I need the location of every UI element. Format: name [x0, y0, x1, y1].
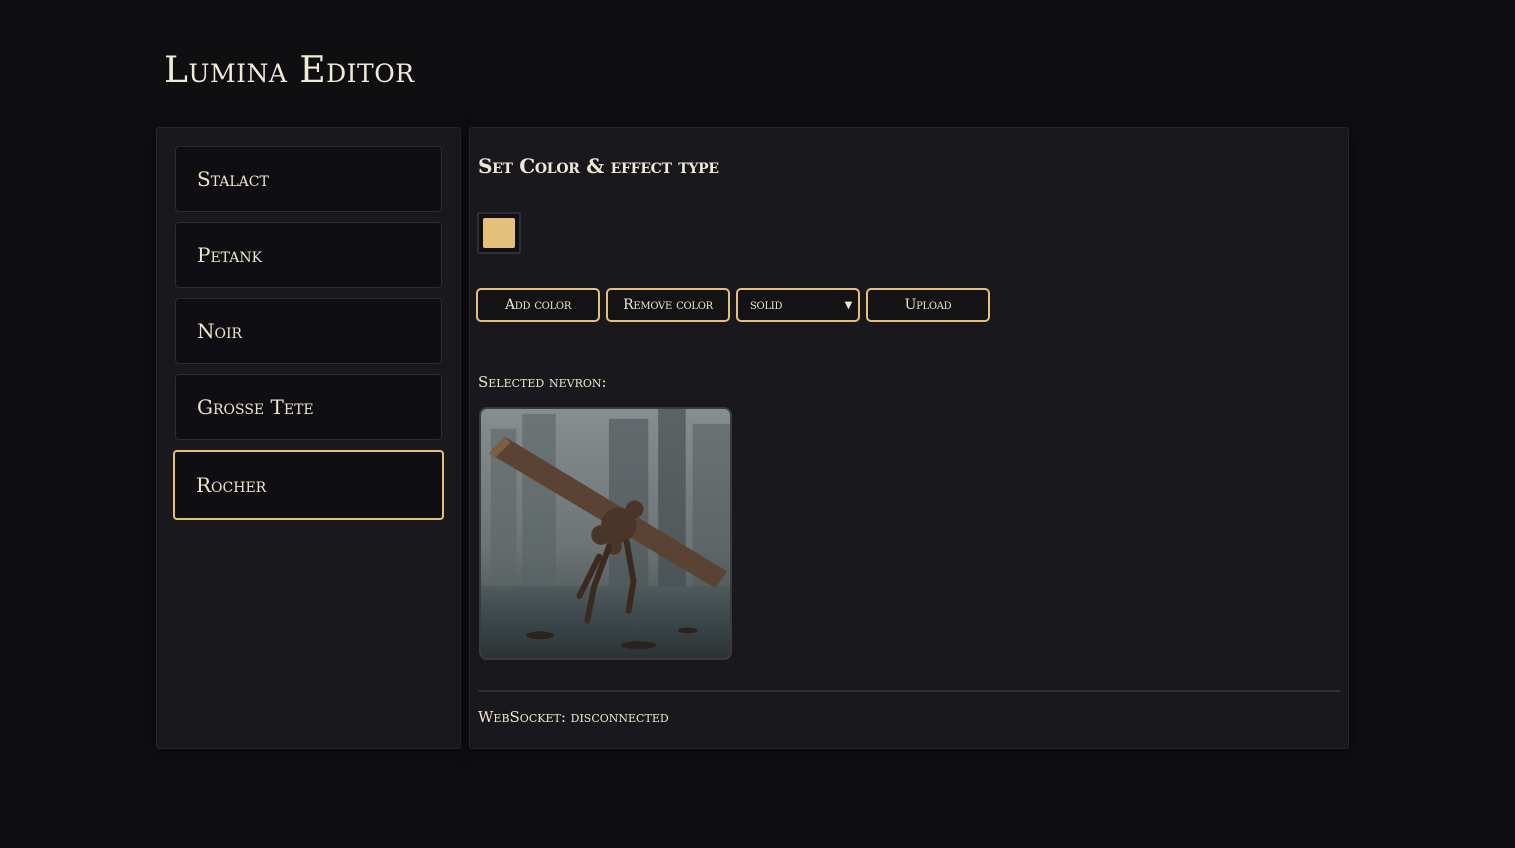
websocket-status: WebSocket: disconnected	[478, 708, 669, 726]
color-swatch-fill	[483, 218, 515, 248]
effect-type-value: solid	[750, 297, 783, 313]
selected-nevron-label: Selected nevron:	[478, 373, 607, 391]
app-title: Lumina Editor	[164, 50, 415, 91]
color-controls: Add color Remove color solid ▼ Upload	[476, 288, 990, 322]
sidebar-item-label: Petank	[197, 243, 263, 267]
sidebar-item-noir[interactable]: Noir	[175, 298, 442, 364]
effect-type-select[interactable]: solid ▼	[736, 288, 860, 322]
sidebar-item-label: Grosse Tete	[197, 395, 314, 419]
color-swatch[interactable]	[477, 212, 521, 254]
add-color-button[interactable]: Add color	[476, 288, 600, 322]
nevron-sidebar: Stalact Petank Noir Grosse Tete Rocher	[156, 127, 461, 749]
sidebar-item-petank[interactable]: Petank	[175, 222, 442, 288]
remove-color-button[interactable]: Remove color	[606, 288, 730, 322]
sidebar-item-grosse-tete[interactable]: Grosse Tete	[175, 374, 442, 440]
nevron-preview-image	[479, 407, 732, 660]
sidebar-item-stalact[interactable]: Stalact	[175, 146, 442, 212]
divider	[478, 690, 1340, 692]
chevron-down-icon: ▼	[844, 299, 853, 311]
sidebar-item-label: Noir	[197, 319, 243, 343]
section-title: Set Color & effect type	[478, 154, 719, 178]
editor-panel: Set Color & effect type Add color Remove…	[469, 127, 1349, 749]
sidebar-item-label: Stalact	[197, 167, 269, 191]
upload-button[interactable]: Upload	[866, 288, 990, 322]
sidebar-item-rocher[interactable]: Rocher	[173, 450, 444, 520]
sidebar-item-label: Rocher	[196, 473, 267, 497]
